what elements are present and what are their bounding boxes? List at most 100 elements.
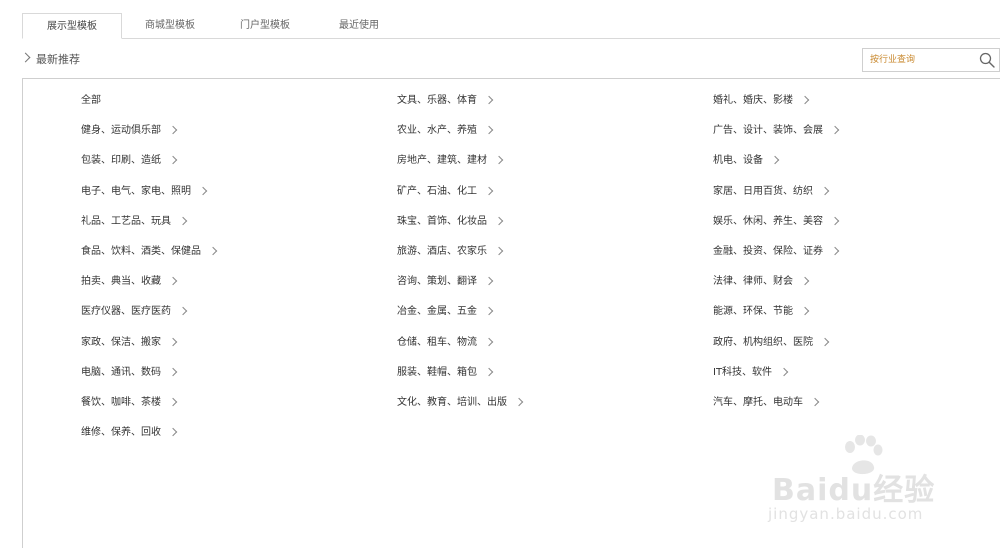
- category-label: 仓储、租车、物流: [397, 336, 477, 348]
- chevron-right-icon: [830, 216, 840, 225]
- chevron-right-icon: [770, 156, 780, 165]
- category-label: IT科技、软件: [713, 366, 773, 378]
- category-item[interactable]: 机电、设备: [713, 153, 838, 183]
- category-item[interactable]: 政府、机构组织、医院: [713, 335, 838, 365]
- category-label: 家政、保洁、搬家: [81, 336, 161, 348]
- chevron-right-icon: [484, 337, 494, 346]
- category-label: 家居、日用百货、纺织: [713, 185, 813, 197]
- search-icon[interactable]: [979, 52, 995, 68]
- category-item[interactable]: 房地产、建筑、建材: [397, 153, 522, 183]
- category-item[interactable]: 珠宝、首饰、化妆品: [397, 214, 522, 244]
- category-item[interactable]: 拍卖、典当、收藏: [81, 274, 216, 304]
- tab-recently-used[interactable]: 最近使用: [309, 13, 409, 38]
- category-item-all[interactable]: 全部: [81, 93, 216, 123]
- category-label: 广告、设计、装饰、会展: [713, 125, 823, 137]
- category-item[interactable]: 婚礼、婚庆、影楼: [713, 93, 838, 123]
- category-item[interactable]: 医疗仪器、医疗医药: [81, 304, 216, 334]
- chevron-right-icon: [484, 276, 494, 286]
- category-label: 珠宝、首饰、化妆品: [397, 215, 487, 227]
- category-item[interactable]: 餐饮、咖啡、茶楼: [81, 395, 216, 425]
- category-item[interactable]: 电子、电气、家电、照明: [81, 184, 216, 214]
- category-label: 电子、电气、家电、照明: [81, 185, 191, 197]
- category-label: 食品、饮料、酒类、保健品: [81, 245, 201, 257]
- category-item[interactable]: 广告、设计、装饰、会展: [713, 123, 840, 153]
- chevron-right-icon: [810, 397, 820, 407]
- category-label: 拍卖、典当、收藏: [81, 276, 161, 288]
- category-item[interactable]: 法律、律师、财会: [713, 274, 838, 304]
- template-tabs: 展示型模板 商城型模板 门户型模板 最近使用: [22, 13, 1000, 39]
- category-item[interactable]: 旅游、酒店、农家乐: [397, 244, 522, 274]
- category-item[interactable]: 服装、鞋帽、箱包: [397, 365, 522, 395]
- category-item[interactable]: 文具、乐器、体育: [397, 93, 522, 123]
- chevron-right-icon: [494, 216, 504, 225]
- chevron-right-icon: [820, 337, 830, 346]
- category-label: 餐饮、咖啡、茶楼: [81, 396, 161, 408]
- category-item[interactable]: 仓储、租车、物流: [397, 335, 522, 365]
- chevron-right-icon: [20, 52, 31, 63]
- category-label: 冶金、金属、五金: [397, 306, 477, 318]
- chevron-right-icon: [168, 367, 178, 376]
- category-item[interactable]: 文化、教育、培训、出版: [397, 395, 524, 425]
- category-item[interactable]: 包装、印刷、造纸: [81, 153, 216, 183]
- chevron-right-icon: [178, 216, 188, 225]
- category-item[interactable]: 电脑、通讯、数码: [81, 365, 216, 395]
- category-label: 医疗仪器、医疗医药: [81, 306, 171, 318]
- chevron-right-icon: [494, 246, 504, 256]
- category-label: 机电、设备: [713, 155, 763, 167]
- category-label: 服装、鞋帽、箱包: [397, 366, 477, 378]
- category-label: 政府、机构组织、医院: [713, 336, 813, 348]
- tab-mall-template[interactable]: 商城型模板: [120, 13, 220, 38]
- category-item[interactable]: 维修、保养、回收: [81, 425, 216, 455]
- category-label: 矿产、石油、化工: [397, 185, 477, 197]
- category-item[interactable]: 能源、环保、节能: [713, 304, 838, 334]
- category-item[interactable]: 矿产、石油、化工: [397, 184, 522, 214]
- baidu-watermark: Baidu经验 jingyan.baidu.com: [762, 435, 962, 535]
- category-item[interactable]: 金融、投资、保险、证券: [713, 244, 840, 274]
- category-item[interactable]: 咨询、策划、翻译: [397, 274, 522, 304]
- chevron-right-icon: [168, 397, 178, 407]
- section-title: 最新推荐: [36, 53, 80, 66]
- chevron-right-icon: [168, 427, 178, 437]
- chevron-right-icon: [168, 337, 178, 346]
- category-column-1: 全部 健身、运动俱乐部 包装、印刷、造纸 电子、电气、家电、照明 礼品、工艺品、…: [81, 93, 218, 455]
- category-label: 金融、投资、保险、证券: [713, 245, 823, 257]
- tab-portal-template[interactable]: 门户型模板: [215, 13, 315, 38]
- industry-search: [862, 48, 1000, 72]
- chevron-right-icon: [484, 125, 494, 135]
- watermark-brand: Baidu经验: [772, 473, 936, 508]
- category-item[interactable]: 农业、水产、养殖: [397, 123, 522, 153]
- chevron-right-icon: [514, 397, 524, 407]
- watermark-url: jingyan.baidu.com: [768, 505, 924, 523]
- chevron-right-icon: [484, 95, 494, 105]
- industry-search-input[interactable]: [863, 49, 980, 71]
- category-label: 农业、水产、养殖: [397, 125, 477, 137]
- category-label: 汽车、摩托、电动车: [713, 396, 803, 408]
- category-label: 电脑、通讯、数码: [81, 366, 161, 378]
- category-label: 包装、印刷、造纸: [81, 155, 161, 167]
- category-label: 健身、运动俱乐部: [81, 125, 161, 137]
- chevron-right-icon: [779, 367, 789, 376]
- category-item[interactable]: 食品、饮料、酒类、保健品: [81, 244, 218, 274]
- chevron-right-icon: [494, 156, 504, 165]
- category-item[interactable]: 家政、保洁、搬家: [81, 335, 216, 365]
- category-item[interactable]: IT科技、软件: [713, 365, 838, 395]
- category-item[interactable]: 娱乐、休闲、养生、美容: [713, 214, 840, 244]
- chevron-right-icon: [484, 367, 494, 376]
- category-item[interactable]: 礼品、工艺品、玩具: [81, 214, 216, 244]
- category-item[interactable]: 健身、运动俱乐部: [81, 123, 216, 153]
- category-item[interactable]: 冶金、金属、五金: [397, 304, 522, 334]
- category-column-2: 文具、乐器、体育 农业、水产、养殖 房地产、建筑、建材 矿产、石油、化工 珠宝、…: [397, 93, 524, 425]
- chevron-right-icon: [168, 125, 178, 135]
- chevron-right-icon: [820, 186, 830, 195]
- category-label: 娱乐、休闲、养生、美容: [713, 215, 823, 227]
- chevron-right-icon: [168, 276, 178, 286]
- category-label: 礼品、工艺品、玩具: [81, 215, 171, 227]
- category-column-3: 婚礼、婚庆、影楼 广告、设计、装饰、会展 机电、设备 家居、日用百货、纺织 娱乐…: [713, 93, 840, 425]
- category-item[interactable]: 家居、日用百货、纺织: [713, 184, 838, 214]
- category-item[interactable]: 汽车、摩托、电动车: [713, 395, 838, 425]
- category-label: 能源、环保、节能: [713, 306, 793, 318]
- chevron-right-icon: [484, 307, 494, 316]
- chevron-right-icon: [800, 276, 810, 286]
- tab-showcase-template[interactable]: 展示型模板: [22, 13, 122, 39]
- chevron-right-icon: [178, 307, 188, 316]
